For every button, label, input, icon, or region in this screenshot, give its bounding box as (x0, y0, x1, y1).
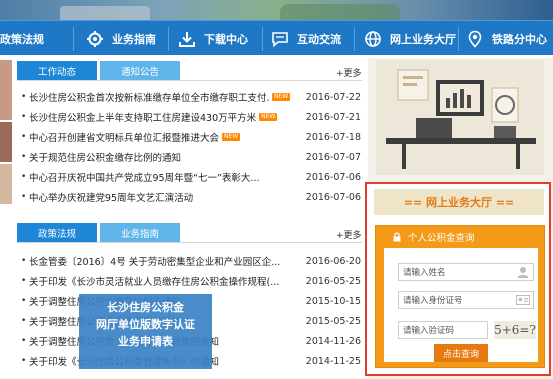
banner-line: 长沙住房公积金 (107, 301, 184, 314)
nav-label: 政策法规 (0, 32, 44, 46)
policy-date: 2014-11-25 (305, 355, 361, 367)
captcha-image[interactable]: 5+6=? (494, 321, 536, 339)
list-item[interactable]: • 长金管委〔2016〕4号 关于劳动密集型企业和产业园区企... 2016-0… (21, 253, 361, 269)
news-date: 2016-07-21 (305, 111, 361, 123)
user-icon (516, 266, 530, 278)
nav-divider (458, 27, 459, 51)
list-item[interactable]: • 中心召开创建省文明标兵单位汇报暨推进大会 NEW 2016-07-18 (21, 129, 361, 145)
nav-label: 互动交流 (297, 32, 341, 46)
captcha-field[interactable]: 请输入验证码 (398, 321, 488, 339)
name-placeholder: 请输入姓名 (403, 268, 446, 278)
nav-item-online-hall[interactable]: 网上业务大厅 (364, 21, 456, 56)
nav-label: 铁路分中心 (492, 32, 547, 46)
tab-work-news[interactable]: 工作动态 (17, 61, 97, 81)
news-title[interactable]: 中心举办庆祝建党95周年文艺汇演活动 (29, 190, 193, 204)
new-badge: NEW (272, 93, 291, 101)
left-photo-strip (0, 60, 12, 379)
nav-divider (73, 27, 74, 51)
news-date: 2016-07-07 (305, 151, 361, 163)
new-badge: NEW (222, 133, 241, 141)
nav-divider (354, 27, 355, 51)
divider (17, 242, 362, 243)
nav-item-guide[interactable]: 业务指南 (86, 21, 156, 56)
query-title: 个人公积金查询 (408, 233, 475, 244)
news-title[interactable]: 中心召开创建省文明标兵单位汇报暨推进大会 (29, 130, 219, 144)
more-link[interactable]: +更多 (336, 66, 362, 79)
header-banner-image (0, 0, 553, 20)
banner-line: 业务申请表 (118, 335, 173, 348)
news-title[interactable]: 长沙住房公积金首次按新标准缴存单位全市缴存职工支付... (29, 90, 269, 104)
online-business-hall-panel: == 网上业务大厅 == 个人公积金查询 请输入姓名 请输入身份证号 请输入验证… (365, 182, 551, 376)
list-item[interactable]: • 中心召开庆祝中国共产党成立95周年暨“七一”表彰大... 2016-07-0… (21, 169, 361, 185)
id-number-field[interactable]: 请输入身份证号 (398, 291, 534, 309)
tab-policies[interactable]: 政策法规 (17, 223, 97, 243)
id-placeholder: 请输入身份证号 (403, 296, 463, 306)
news-date: 2016-07-06 (305, 171, 361, 183)
news-title[interactable]: 关于规范住房公积金缴存比例的通知 (29, 150, 181, 164)
banner-line: 网厅单位版数字认证 (96, 318, 195, 331)
list-item[interactable]: • 关于规范住房公积金缴存比例的通知 2016-07-07 (21, 149, 361, 165)
nav-item-policy[interactable]: 政策法规 (0, 21, 44, 56)
nav-divider (262, 27, 263, 51)
nav-label: 下载中心 (204, 32, 248, 46)
policy-date: 2016-06-20 (305, 255, 361, 267)
policy-date: 2015-05-25 (305, 315, 361, 327)
digital-cert-banner[interactable]: 长沙住房公积金 网厅单位版数字认证 业务申请表 (79, 294, 212, 369)
tab-notices[interactable]: 通知公告 (100, 61, 180, 81)
query-submit-button[interactable]: 点击查询 (434, 344, 488, 362)
download-icon (178, 30, 196, 48)
gear-icon (86, 30, 104, 48)
news-tabs: 工作动态 通知公告 (17, 61, 362, 81)
news-date: 2016-07-18 (305, 131, 361, 143)
list-item[interactable]: • 关于印发《长沙市灵活就业人员缴存住房公积金操作规程(... 2016-05-… (21, 273, 361, 289)
news-date: 2016-07-22 (305, 91, 361, 103)
nav-label: 网上业务大厅 (390, 32, 456, 46)
tab-business-guide[interactable]: 业务指南 (100, 223, 180, 243)
id-card-icon (516, 294, 530, 306)
policy-tabs: 政策法规 业务指南 (17, 223, 362, 243)
nav-item-railway-branch[interactable]: 铁路分中心 (466, 21, 547, 56)
policy-title[interactable]: 长金管委〔2016〕4号 关于劳动密集型企业和产业园区企... (29, 254, 280, 268)
news-date: 2016-07-06 (305, 191, 361, 203)
nav-item-download[interactable]: 下载中心 (178, 21, 248, 56)
office-illustration (376, 60, 544, 175)
chat-icon (271, 30, 289, 48)
query-header: 个人公积金查询 (376, 226, 544, 248)
nav-label: 业务指南 (112, 32, 156, 46)
location-icon (466, 30, 484, 48)
news-title[interactable]: 中心召开庆祝中国共产党成立95周年暨“七一”表彰大... (29, 170, 260, 184)
code-placeholder: 请输入验证码 (403, 326, 455, 336)
more-link[interactable]: +更多 (336, 228, 362, 241)
name-field[interactable]: 请输入姓名 (398, 263, 534, 281)
list-item[interactable]: • 中心举办庆祝建党95周年文艺汇演活动 2016-07-06 (21, 189, 361, 205)
lock-icon (392, 232, 402, 242)
policy-date: 2014-11-26 (305, 335, 361, 347)
list-item[interactable]: • 长沙住房公积金上半年支持职工住房建设430万平方米 NEW 2016-07-… (21, 109, 361, 125)
divider (17, 80, 362, 81)
nav-item-interaction[interactable]: 互动交流 (271, 21, 341, 56)
news-title[interactable]: 长沙住房公积金上半年支持职工住房建设430万平方米 (29, 110, 256, 124)
policy-title[interactable]: 关于印发《长沙市灵活就业人员缴存住房公积金操作规程(... (29, 274, 279, 288)
main-nav: 政策法规 业务指南 下载中心 互动交流 网上业务大厅 铁路分中心 (0, 20, 553, 55)
hall-title[interactable]: == 网上业务大厅 == (374, 189, 544, 215)
list-item[interactable]: • 长沙住房公积金首次按新标准缴存单位全市缴存职工支付... NEW 2016-… (21, 89, 361, 105)
new-badge: NEW (259, 113, 278, 121)
nav-divider (168, 27, 169, 51)
policy-date: 2016-05-25 (305, 275, 361, 287)
personal-query-box: 个人公积金查询 请输入姓名 请输入身份证号 请输入验证码 5+6=? 点击查询 (375, 225, 545, 368)
globe-icon (364, 30, 382, 48)
policy-date: 2015-10-15 (305, 295, 361, 307)
